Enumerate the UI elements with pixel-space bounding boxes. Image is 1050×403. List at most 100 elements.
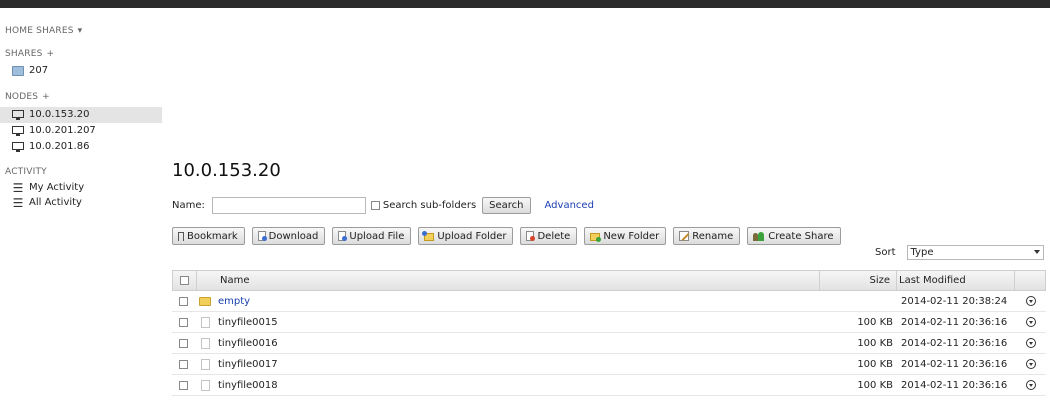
upload-folder-label: Upload Folder	[437, 230, 507, 242]
file-name[interactable]: tinyfile0015	[215, 317, 823, 328]
file-icon	[200, 316, 210, 328]
delete-label: Delete	[537, 230, 571, 242]
search-subfolders-checkbox[interactable]	[370, 200, 380, 210]
row-checkbox[interactable]	[179, 338, 188, 348]
table-row[interactable]: tinyfile0017 100 KB 2014-02-11 20:36:16	[172, 354, 1046, 375]
actions-column-header	[1014, 271, 1045, 290]
file-table: Name Size Last Modified empty 2014-02-11…	[172, 270, 1046, 396]
type-column-header[interactable]	[196, 271, 217, 290]
list-icon: ☰	[12, 195, 24, 210]
home-shares-menu[interactable]: HOME SHARES ▾	[0, 24, 162, 38]
rename-icon	[679, 231, 690, 241]
row-checkbox[interactable]	[179, 317, 188, 327]
upload-folder-button[interactable]: Upload Folder	[418, 227, 514, 245]
sidebar-item-label: 10.0.201.207	[29, 125, 96, 136]
file-modified: 2014-02-11 20:36:16	[901, 337, 1008, 349]
rename-label: Rename	[692, 230, 734, 242]
bookmark-label: Bookmark	[187, 230, 238, 242]
chevron-down-icon: ▾	[77, 26, 83, 36]
bookmark-icon	[178, 231, 184, 241]
new-folder-button[interactable]: New Folder	[584, 227, 667, 245]
add-share-icon[interactable]: +	[47, 49, 55, 59]
modified-column-header[interactable]: Last Modified	[896, 271, 1014, 290]
monitor-icon	[12, 110, 24, 120]
sort-select[interactable]: Type	[906, 245, 1044, 260]
rename-button[interactable]: Rename	[673, 227, 741, 245]
sort-control: Sort Type	[875, 245, 1044, 260]
file-size: 100 KB	[857, 379, 893, 391]
new-folder-icon	[590, 232, 602, 242]
add-node-icon[interactable]: +	[42, 92, 50, 102]
page-title: 10.0.153.20	[172, 160, 281, 181]
file-name[interactable]: tinyfile0017	[215, 359, 823, 370]
file-modified: 2014-02-11 20:36:16	[901, 358, 1008, 370]
table-header: Name Size Last Modified	[172, 270, 1046, 291]
create-share-icon	[753, 231, 765, 241]
sidebar-share-207[interactable]: 207	[0, 63, 162, 79]
upload-file-icon	[338, 231, 348, 241]
sort-selected-value: Type	[910, 247, 934, 258]
new-folder-label: New Folder	[603, 230, 660, 242]
file-size: 100 KB	[857, 337, 893, 349]
sidebar-item-all-activity[interactable]: ☰ All Activity	[0, 195, 162, 210]
file-modified: 2014-02-11 20:36:16	[901, 316, 1008, 328]
table-row[interactable]: tinyfile0018 100 KB 2014-02-11 20:36:16	[172, 375, 1046, 396]
size-column-header[interactable]: Size	[819, 271, 896, 290]
nodes-heading-label: NODES	[5, 92, 39, 102]
sidebar-item-label: 10.0.153.20	[29, 109, 90, 120]
table-row[interactable]: tinyfile0015 100 KB 2014-02-11 20:36:16	[172, 312, 1046, 333]
search-button[interactable]: Search	[482, 196, 531, 214]
file-modified: 2014-02-11 20:38:24	[901, 295, 1008, 307]
row-checkbox[interactable]	[179, 296, 188, 306]
name-search-input[interactable]	[211, 196, 366, 214]
search-subfolders-label: Search sub-folders	[382, 199, 477, 211]
download-label: Download	[268, 230, 319, 242]
select-all-checkbox[interactable]	[180, 276, 189, 285]
download-icon	[257, 231, 267, 241]
file-icon	[200, 379, 210, 391]
delete-icon	[526, 231, 536, 241]
top-bar	[0, 0, 1050, 8]
row-menu-icon[interactable]	[1026, 338, 1036, 348]
download-button[interactable]: Download	[251, 227, 326, 245]
file-toolbar: Bookmark Download Upload File Upload Fol…	[172, 227, 841, 245]
name-column-header[interactable]: Name	[217, 271, 819, 290]
row-menu-icon[interactable]	[1026, 317, 1036, 327]
file-icon	[200, 337, 210, 349]
list-icon: ☰	[12, 180, 24, 195]
chevron-down-icon	[1033, 250, 1040, 254]
file-name-link[interactable]: empty	[218, 296, 250, 307]
sidebar-item-label: My Activity	[29, 181, 85, 193]
delete-button[interactable]: Delete	[520, 227, 578, 245]
sidebar: HOME SHARES ▾ SHARES + 207 NODES + 10.0.153…	[0, 24, 162, 210]
advanced-search-link[interactable]: Advanced	[545, 200, 594, 211]
sidebar-node-10-0-201-207[interactable]: 10.0.201.207	[0, 123, 162, 139]
row-menu-icon[interactable]	[1026, 296, 1036, 306]
file-name[interactable]: tinyfile0018	[215, 380, 823, 391]
sort-label: Sort	[875, 247, 896, 258]
sidebar-node-10-0-153-20[interactable]: 10.0.153.20	[0, 107, 162, 123]
table-row[interactable]: tinyfile0016 100 KB 2014-02-11 20:36:16	[172, 333, 1046, 354]
monitor-icon	[12, 126, 24, 136]
upload-file-button[interactable]: Upload File	[332, 227, 412, 245]
nodes-heading: NODES +	[0, 90, 162, 104]
activity-heading: ACTIVITY	[5, 167, 47, 177]
sidebar-item-my-activity[interactable]: ☰ My Activity	[0, 180, 162, 195]
search-bar: Name: Search sub-folders Search Advanced	[172, 195, 594, 215]
home-shares-label: HOME SHARES	[5, 26, 74, 36]
row-checkbox[interactable]	[179, 380, 188, 390]
row-menu-icon[interactable]	[1026, 380, 1036, 390]
file-size: 100 KB	[857, 316, 893, 328]
sidebar-node-10-0-201-86[interactable]: 10.0.201.86	[0, 139, 162, 155]
create-share-button[interactable]: Create Share	[747, 227, 841, 245]
row-menu-icon[interactable]	[1026, 359, 1036, 369]
file-modified: 2014-02-11 20:36:16	[901, 379, 1008, 391]
file-name[interactable]: tinyfile0016	[215, 338, 823, 349]
row-checkbox[interactable]	[179, 359, 188, 369]
upload-file-label: Upload File	[349, 230, 405, 242]
sidebar-item-label: 10.0.201.86	[29, 141, 90, 152]
table-row[interactable]: empty 2014-02-11 20:38:24	[172, 291, 1046, 312]
upload-folder-icon	[422, 230, 435, 241]
bookmark-button[interactable]: Bookmark	[172, 227, 245, 245]
sidebar-item-label: All Activity	[29, 196, 82, 208]
